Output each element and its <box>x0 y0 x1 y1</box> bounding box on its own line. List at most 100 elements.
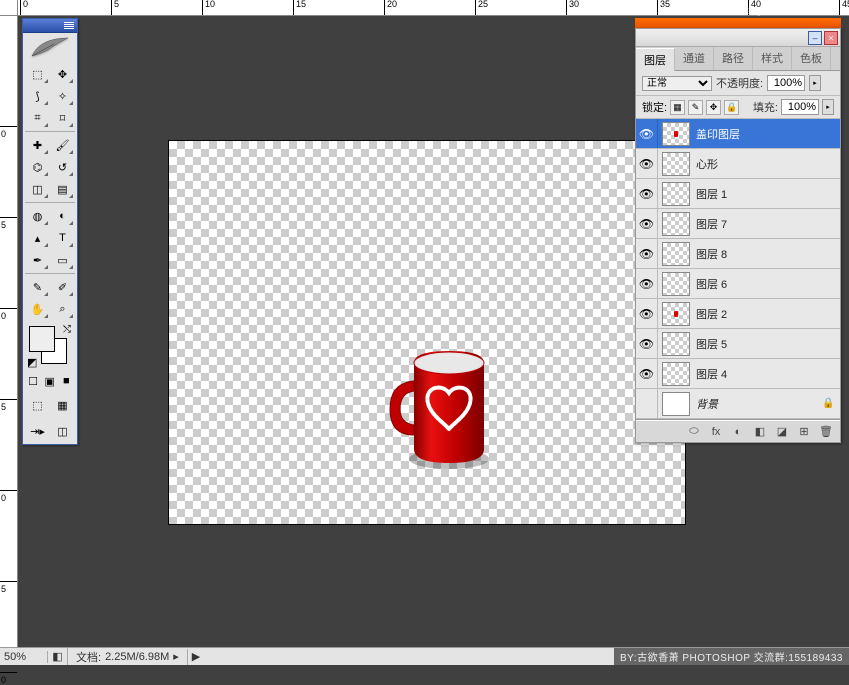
status-play-icon[interactable]: ▶ <box>188 650 204 663</box>
opacity-flyout-icon[interactable]: ▸ <box>809 75 821 91</box>
visibility-toggle[interactable]: 👁 <box>636 329 658 358</box>
new-layer-button[interactable]: ⊞ <box>794 424 814 440</box>
lock-all-icon[interactable]: 🔒 <box>724 100 739 115</box>
layer-row[interactable]: 👁 图层 5 <box>636 329 840 359</box>
layer-name-label[interactable]: 盖印图层 <box>694 126 822 142</box>
layer-row[interactable]: 👁 图层 2 <box>636 299 840 329</box>
group-button[interactable]: ◪ <box>772 424 792 440</box>
type-tool[interactable]: T <box>50 227 75 249</box>
layer-thumbnail[interactable] <box>662 392 690 416</box>
magic-wand-tool[interactable]: ✧ <box>50 85 75 107</box>
gradient-tool[interactable]: ▤ <box>50 178 75 200</box>
tab-3[interactable]: 样式 <box>753 47 792 70</box>
panel-dock-header[interactable] <box>635 18 841 28</box>
visibility-toggle[interactable] <box>636 389 658 418</box>
blend-mode-select[interactable]: 正常 <box>642 76 712 91</box>
layer-thumbnail[interactable] <box>662 332 690 356</box>
visibility-toggle[interactable]: 👁 <box>636 119 658 148</box>
edit-standard-button[interactable]: ⬚ <box>25 394 50 416</box>
adjustment-button[interactable]: ◧ <box>750 424 770 440</box>
eraser-tool[interactable]: ◫ <box>25 178 50 200</box>
panel-titlebar[interactable]: – × <box>636 29 840 47</box>
marquee-tool[interactable]: ⬚ <box>25 63 50 85</box>
pen-tool[interactable]: ✒ <box>25 249 50 271</box>
layer-thumbnail[interactable] <box>662 152 690 176</box>
layer-thumbnail[interactable] <box>662 122 690 146</box>
visibility-toggle[interactable]: 👁 <box>636 209 658 238</box>
layer-thumbnail[interactable] <box>662 212 690 236</box>
delete-button[interactable]: 🗑 <box>816 424 836 440</box>
ruler-origin[interactable] <box>0 0 18 16</box>
document-canvas[interactable] <box>168 140 686 525</box>
minimize-button[interactable]: – <box>808 31 822 45</box>
fill-flyout-icon[interactable]: ▸ <box>822 99 834 115</box>
layer-name-label[interactable]: 图层 6 <box>694 276 822 292</box>
foreground-color-swatch[interactable] <box>29 326 55 352</box>
default-colors-icon[interactable]: ◩ <box>27 356 39 368</box>
tools-panel-header[interactable] <box>23 19 77 33</box>
visibility-toggle[interactable]: 👁 <box>636 299 658 328</box>
layer-name-label[interactable]: 图层 2 <box>694 306 822 322</box>
ruler-horizontal[interactable]: 051015202530354045 <box>18 0 849 16</box>
lock-pixels-icon[interactable]: ✎ <box>688 100 703 115</box>
tab-0[interactable]: 图层 <box>636 48 675 71</box>
imageready-button[interactable]: ◫ <box>50 420 75 442</box>
visibility-toggle[interactable]: 👁 <box>636 239 658 268</box>
standard-mode-button[interactable]: ☐ <box>25 372 41 390</box>
layer-row[interactable]: 👁 图层 6 <box>636 269 840 299</box>
layer-row[interactable]: 👁 图层 4 <box>636 359 840 389</box>
layer-name-label[interactable]: 心形 <box>694 156 822 172</box>
layer-row[interactable]: 背景🔒 <box>636 389 840 419</box>
tab-2[interactable]: 路径 <box>714 47 753 70</box>
layer-name-label[interactable]: 图层 8 <box>694 246 822 262</box>
tab-1[interactable]: 通道 <box>675 47 714 70</box>
lasso-tool[interactable]: ⟆ <box>25 85 50 107</box>
zoom-tool[interactable]: ⌕ <box>50 298 75 320</box>
layer-name-label[interactable]: 图层 1 <box>694 186 822 202</box>
fullscreen-menu-button[interactable]: ▣ <box>42 372 58 390</box>
fx-button[interactable]: fx <box>706 424 726 440</box>
dodge-tool[interactable]: ◐ <box>50 205 75 227</box>
layer-thumbnail[interactable] <box>662 182 690 206</box>
tab-4[interactable]: 色板 <box>792 47 831 70</box>
zoom-field[interactable]: 50% <box>0 651 48 663</box>
layer-name-label[interactable]: 图层 7 <box>694 216 822 232</box>
opacity-input[interactable] <box>767 75 805 91</box>
visibility-toggle[interactable]: 👁 <box>636 149 658 178</box>
visibility-toggle[interactable]: 👁 <box>636 359 658 388</box>
layer-thumbnail[interactable] <box>662 362 690 386</box>
swap-colors-icon[interactable]: ⤭ <box>63 324 71 335</box>
stamp-tool[interactable]: ⌬ <box>25 156 50 178</box>
close-button[interactable]: × <box>824 31 838 45</box>
doc-flyout-icon[interactable]: ▸ <box>173 650 179 663</box>
layer-row[interactable]: 👁图层 1 <box>636 179 840 209</box>
ruler-vertical[interactable]: 0505050 <box>0 16 18 647</box>
shape-tool[interactable]: ▭ <box>50 249 75 271</box>
eyedropper-tool[interactable]: ✐ <box>50 276 75 298</box>
notes-tool[interactable]: ✎ <box>25 276 50 298</box>
path-select-tool[interactable]: ▴ <box>25 227 50 249</box>
layer-name-label[interactable]: 背景 <box>694 396 822 412</box>
lock-position-icon[interactable]: ✥ <box>706 100 721 115</box>
layer-row[interactable]: 👁 盖印图层 <box>636 119 840 149</box>
history-brush-tool[interactable]: ↺ <box>50 156 75 178</box>
edit-quickmask-button[interactable]: ▦ <box>50 394 75 416</box>
fullscreen-button[interactable]: ■ <box>58 372 74 390</box>
layer-thumbnail[interactable] <box>662 302 690 326</box>
slice-tool[interactable]: ⌑ <box>50 107 75 129</box>
blur-tool[interactable]: ◍ <box>25 205 50 227</box>
layer-name-label[interactable]: 图层 4 <box>694 366 822 382</box>
layer-thumbnail[interactable] <box>662 272 690 296</box>
layer-row[interactable]: 👁 心形 <box>636 149 840 179</box>
layer-name-label[interactable]: 图层 5 <box>694 336 822 352</box>
fill-input[interactable] <box>781 99 819 115</box>
layer-row[interactable]: 👁 图层 7 <box>636 209 840 239</box>
visibility-toggle[interactable]: 👁 <box>636 269 658 298</box>
move-tool[interactable]: ✥ <box>50 63 75 85</box>
healing-tool[interactable]: ✚ <box>25 134 50 156</box>
layer-thumbnail[interactable] <box>662 242 690 266</box>
mask-button[interactable]: ◐ <box>728 424 748 440</box>
lock-transparency-icon[interactable]: ▦ <box>670 100 685 115</box>
link-button[interactable]: ⬭ <box>684 424 704 440</box>
jump-to-button[interactable]: ⇥▸ <box>25 420 50 442</box>
